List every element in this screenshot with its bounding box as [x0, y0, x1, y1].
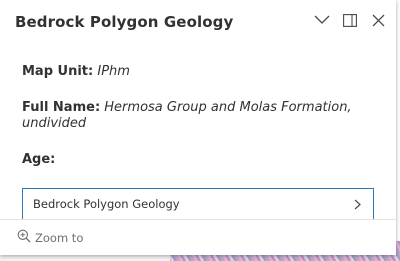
- field-value: IPhm: [97, 64, 130, 79]
- chevron-down-icon[interactable]: [312, 10, 332, 30]
- popup-content: Map Unit: IPhm Full Name: Hermosa Group …: [0, 44, 396, 220]
- close-icon[interactable]: [368, 10, 388, 30]
- field-label: Age:: [22, 152, 56, 167]
- header-actions: [312, 10, 388, 30]
- field-age: Age:: [22, 152, 374, 168]
- related-record-label: Bedrock Polygon Geology: [33, 197, 180, 211]
- dock-icon[interactable]: [340, 10, 360, 30]
- popup-header: Bedrock Polygon Geology: [0, 0, 396, 44]
- popup-title: Bedrock Polygon Geology: [15, 13, 234, 31]
- field-label: Map Unit:: [22, 64, 94, 79]
- feature-popup: Bedrock Polygon Geology Map Unit: IPhm F…: [0, 0, 396, 255]
- zoom-in-icon[interactable]: [17, 228, 31, 247]
- popup-footer: Zoom to: [0, 219, 396, 255]
- related-record-button[interactable]: Bedrock Polygon Geology: [22, 188, 374, 220]
- chevron-right-icon: [354, 195, 361, 214]
- field-map-unit: Map Unit: IPhm: [22, 64, 374, 80]
- field-full-name: Full Name: Hermosa Group and Molas Forma…: [22, 100, 374, 132]
- zoom-to-button[interactable]: Zoom to: [35, 231, 83, 245]
- field-label: Full Name:: [22, 100, 101, 115]
